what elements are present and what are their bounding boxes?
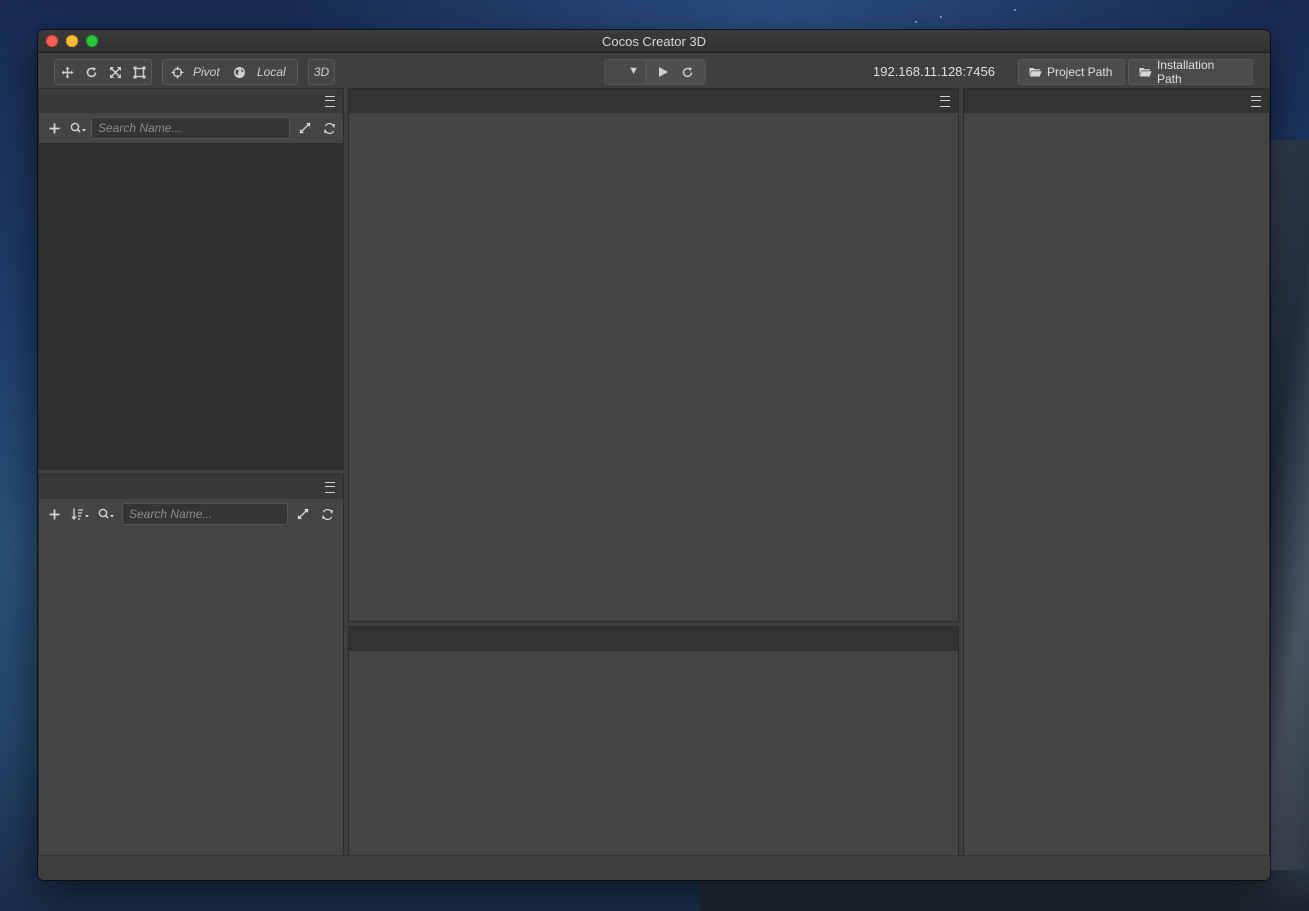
inspector-panel-header bbox=[964, 89, 1269, 113]
preview-device-select[interactable]: ▼ bbox=[604, 59, 646, 85]
assets-search-input[interactable] bbox=[122, 503, 288, 525]
installation-path-label: Installation Path bbox=[1156, 58, 1215, 86]
rect-tool-button[interactable] bbox=[127, 60, 151, 84]
move-icon bbox=[61, 66, 73, 78]
hierarchy-search-input[interactable] bbox=[91, 117, 290, 139]
sort-button[interactable] bbox=[70, 506, 92, 522]
rotate-tool-button[interactable] bbox=[79, 60, 103, 84]
menu-icon[interactable] bbox=[325, 96, 335, 107]
scale-icon bbox=[109, 66, 121, 78]
local-label[interactable]: Local bbox=[257, 65, 286, 79]
assets-panel bbox=[38, 474, 344, 856]
assets-tree[interactable] bbox=[39, 529, 343, 855]
menu-icon[interactable] bbox=[940, 96, 950, 107]
menu-icon[interactable] bbox=[1251, 96, 1261, 107]
plus-icon bbox=[49, 509, 59, 519]
window-title: Cocos Creator 3D bbox=[601, 34, 707, 49]
transform-tools bbox=[54, 59, 152, 85]
rect-icon bbox=[133, 66, 145, 78]
search-type-button[interactable] bbox=[97, 506, 117, 522]
main-toolbar: Pivot Local 3D ▼ 192.168.11.128:7456 Pro… bbox=[38, 53, 1270, 89]
hierarchy-toolbar bbox=[39, 113, 343, 143]
search-icon bbox=[98, 508, 114, 519]
inspector-panel bbox=[963, 88, 1270, 856]
project-path-label: Project Path bbox=[1047, 65, 1113, 79]
inspector-content[interactable] bbox=[964, 113, 1269, 855]
expand-all-button[interactable] bbox=[297, 120, 313, 136]
play-button[interactable] bbox=[651, 60, 675, 84]
assets-toolbar bbox=[39, 499, 343, 529]
preview-controls bbox=[646, 59, 706, 85]
refresh-preview-button[interactable] bbox=[675, 60, 699, 84]
search-icon bbox=[70, 122, 86, 133]
refresh-icon bbox=[682, 66, 692, 77]
background-star bbox=[1014, 9, 1016, 11]
create-asset-button[interactable] bbox=[46, 506, 62, 522]
scale-tool-button[interactable] bbox=[103, 60, 127, 84]
scene-panel bbox=[348, 88, 959, 622]
create-node-button[interactable] bbox=[46, 120, 62, 136]
background-star bbox=[915, 21, 917, 23]
pivot-coordinate-group: Pivot Local bbox=[162, 59, 298, 85]
chevron-down-icon: ▼ bbox=[628, 65, 639, 77]
rotate-icon bbox=[86, 66, 96, 77]
console-log-area[interactable] bbox=[349, 651, 958, 855]
play-icon bbox=[659, 67, 668, 77]
assets-panel-header bbox=[39, 475, 343, 499]
expand-icon bbox=[297, 508, 309, 520]
sync-icon bbox=[321, 508, 333, 520]
pivot-label[interactable]: Pivot bbox=[193, 65, 220, 79]
pivot-icon bbox=[171, 66, 183, 78]
expand-all-button[interactable] bbox=[295, 506, 311, 522]
refresh-hierarchy-button[interactable] bbox=[321, 120, 337, 136]
folder-icon bbox=[1139, 68, 1152, 77]
refresh-assets-button[interactable] bbox=[319, 506, 335, 522]
hierarchy-panel-header bbox=[39, 89, 343, 113]
hierarchy-tree[interactable] bbox=[39, 143, 343, 469]
search-type-button[interactable] bbox=[69, 120, 89, 136]
app-window: Cocos Creator 3D Pivot Local 3D ▼ 192.16… bbox=[38, 30, 1270, 880]
scene-panel-header bbox=[349, 89, 958, 113]
console-panel-header bbox=[349, 627, 958, 651]
menu-icon[interactable] bbox=[325, 482, 335, 493]
status-bar bbox=[38, 855, 1270, 880]
title-bar: Cocos Creator 3D bbox=[38, 30, 1270, 53]
toggle-3d-button[interactable]: 3D bbox=[308, 59, 335, 85]
installation-path-button[interactable]: Installation Path bbox=[1128, 58, 1253, 86]
hierarchy-panel bbox=[38, 88, 344, 470]
sort-icon bbox=[71, 508, 89, 520]
plus-icon bbox=[49, 123, 59, 133]
expand-icon bbox=[299, 122, 311, 134]
local-global-toggle-button[interactable] bbox=[227, 60, 251, 84]
project-path-button[interactable]: Project Path bbox=[1018, 59, 1125, 85]
preview-server-address[interactable]: 192.168.11.128:7456 bbox=[873, 64, 995, 79]
pivot-toggle-button[interactable] bbox=[165, 60, 189, 84]
folder-icon bbox=[1029, 68, 1042, 77]
move-tool-button[interactable] bbox=[55, 60, 79, 84]
scene-viewport[interactable] bbox=[349, 113, 958, 621]
sync-icon bbox=[323, 122, 335, 134]
background-star bbox=[940, 16, 942, 18]
console-panel bbox=[348, 626, 959, 856]
globe-icon bbox=[233, 66, 245, 78]
